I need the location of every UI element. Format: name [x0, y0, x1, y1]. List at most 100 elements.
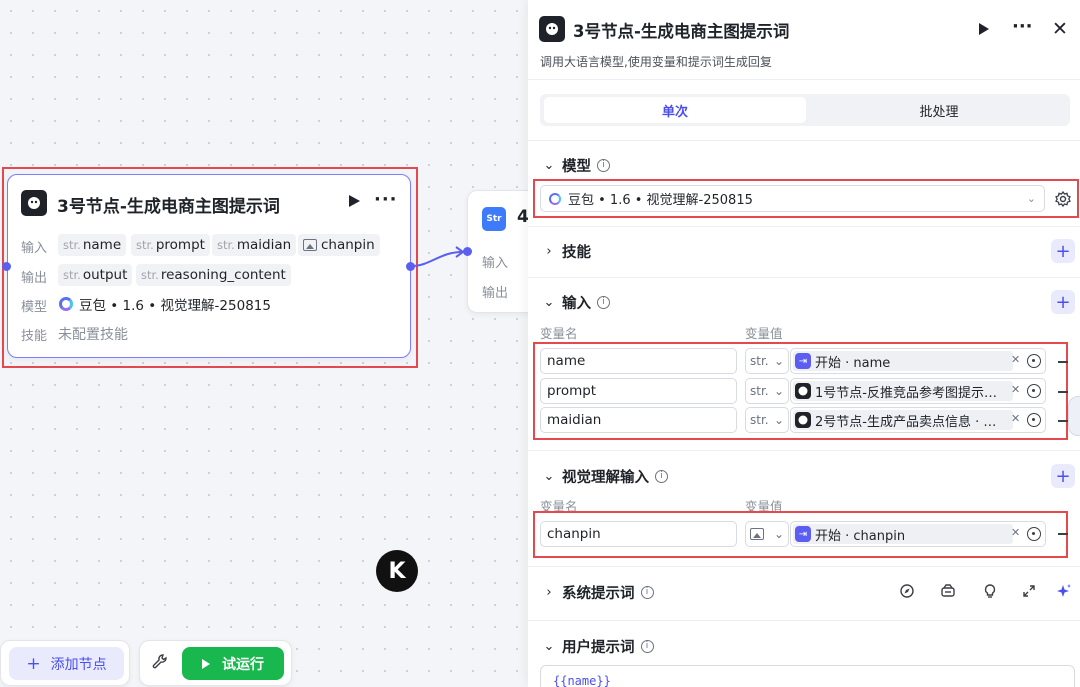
- panel-close-icon[interactable]: ✕: [1052, 18, 1068, 40]
- chevron-down-icon: ⌄: [543, 468, 555, 484]
- var-name-input[interactable]: prompt: [540, 378, 737, 404]
- panel-collapse-handle[interactable]: [1068, 396, 1080, 436]
- node3-input-port[interactable]: [2, 262, 11, 271]
- var-ref-field[interactable]: ⇥ 开始 · chanpin: [790, 521, 1046, 547]
- vision-section-header[interactable]: ⌄ 视觉理解输入 i: [528, 463, 668, 489]
- target-icon[interactable]: [1027, 384, 1041, 398]
- remove-row-icon[interactable]: [1058, 533, 1068, 535]
- node4-inputs-label: 输入: [482, 256, 509, 271]
- system-divider: [528, 620, 1080, 621]
- type-select[interactable]: ⌄: [745, 521, 789, 547]
- node4-outputs-label: 输出: [482, 286, 509, 301]
- info-icon[interactable]: i: [640, 585, 654, 599]
- image-icon: [750, 528, 764, 540]
- info-icon[interactable]: i: [655, 469, 668, 483]
- target-icon[interactable]: [1027, 413, 1041, 427]
- clear-icon[interactable]: ✕: [1011, 383, 1020, 396]
- compass-icon[interactable]: [898, 583, 916, 601]
- var-ref-field[interactable]: 1号节点-反推竞品参考图提示词 · prompt: [790, 378, 1046, 404]
- col-var-value: 变量值: [745, 326, 783, 341]
- var-name-input[interactable]: name: [540, 348, 737, 374]
- user-prompt-editor[interactable]: {{name}}: [540, 665, 1075, 687]
- clear-icon[interactable]: ✕: [1011, 526, 1020, 539]
- library-icon[interactable]: [939, 583, 957, 601]
- remove-row-icon[interactable]: [1058, 391, 1068, 393]
- panel-play-icon[interactable]: [979, 23, 989, 35]
- add-node-button[interactable]: + 添加节点: [9, 647, 124, 680]
- input-tag-chanpin: chanpin: [298, 234, 380, 256]
- run-play-icon: [202, 658, 210, 669]
- start-node-icon: ⇥: [795, 526, 811, 542]
- clear-icon[interactable]: ✕: [1011, 353, 1020, 366]
- model-divider: [528, 226, 1080, 227]
- system-prompt-header[interactable]: › 系统提示词 i: [528, 579, 654, 605]
- llm-node-3[interactable]: 3号节点-生成电商主图提示词 ··· 输入 str. name str. promp…: [7, 174, 411, 358]
- chevron-down-icon: ⌄: [543, 638, 555, 654]
- panel-more-icon[interactable]: ···: [1012, 16, 1033, 37]
- col-var-name: 变量名: [540, 326, 578, 341]
- info-icon[interactable]: i: [640, 639, 654, 653]
- chevron-down-icon: ⌄: [773, 527, 784, 541]
- add-skill-button[interactable]: +: [1051, 239, 1075, 263]
- skills-value: 未配置技能: [58, 327, 128, 343]
- var-ref-field[interactable]: ⇥ 开始 · name: [790, 348, 1046, 374]
- panel-title[interactable]: 3号节点-生成电商主图提示词: [573, 18, 789, 42]
- tab-single[interactable]: 单次: [544, 97, 806, 123]
- header-divider: [528, 79, 1080, 80]
- input-tag-prompt: str. prompt: [131, 234, 210, 256]
- doubao-icon: [549, 192, 561, 205]
- llm-node-icon: [21, 190, 47, 216]
- test-run-button[interactable]: 试运行: [182, 647, 284, 680]
- info-icon[interactable]: i: [597, 295, 610, 309]
- skills-section-header[interactable]: › 技能: [528, 238, 591, 264]
- plus-icon: +: [26, 653, 41, 674]
- chevron-down-icon: ⌄: [773, 354, 784, 368]
- llm-node-icon: [795, 383, 811, 399]
- var-name-input[interactable]: chanpin: [540, 521, 737, 547]
- remove-row-icon[interactable]: [1058, 361, 1068, 363]
- clear-icon[interactable]: ✕: [1011, 412, 1020, 425]
- type-select[interactable]: str. ⌄: [745, 407, 789, 433]
- tabs-divider: [528, 140, 1080, 141]
- add-vision-input-button[interactable]: +: [1051, 464, 1075, 488]
- node4-input-port[interactable]: [463, 247, 472, 256]
- chevron-right-icon: ›: [546, 243, 552, 259]
- expand-icon[interactable]: [1020, 583, 1038, 601]
- lightbulb-icon[interactable]: [981, 583, 999, 601]
- target-icon[interactable]: [1027, 354, 1041, 368]
- chevron-down-icon: ⌄: [543, 294, 555, 310]
- model-settings-gear-icon[interactable]: [1053, 189, 1073, 209]
- var-name-input[interactable]: maidian: [540, 407, 737, 433]
- start-node-icon: ⇥: [795, 353, 811, 369]
- model-section-header[interactable]: ⌄ 模型 i: [528, 152, 610, 178]
- node-title: 3号节点-生成电商主图提示词: [57, 197, 280, 217]
- info-icon[interactable]: i: [597, 158, 610, 172]
- chevron-down-icon: ⌄: [1026, 192, 1036, 205]
- target-icon[interactable]: [1027, 527, 1041, 541]
- panel-node-icon: [539, 16, 565, 42]
- input-section-header[interactable]: ⌄ 输入 i: [528, 289, 610, 315]
- panel-subtitle: 调用大语言模型,使用变量和提示词生成回复: [540, 55, 772, 69]
- play-icon[interactable]: [349, 195, 360, 207]
- tab-batch[interactable]: 批处理: [810, 97, 1068, 123]
- chevron-down-icon: ⌄: [773, 384, 784, 398]
- ai-sparkle-icon[interactable]: [1055, 583, 1073, 601]
- input-tag-name: str. name: [58, 234, 127, 256]
- skills-label: 技能: [21, 329, 48, 344]
- type-select[interactable]: str. ⌄: [745, 348, 789, 374]
- user-prompt-header[interactable]: ⌄ 用户提示词 i: [528, 633, 654, 659]
- type-select[interactable]: str. ⌄: [745, 378, 789, 404]
- more-icon[interactable]: ···: [374, 189, 398, 210]
- vision-divider: [528, 566, 1080, 567]
- model-select[interactable]: 豆包 • 1.6 • 视觉理解-250815 ⌄: [540, 185, 1045, 212]
- image-icon: [303, 239, 317, 251]
- edge-3-to-4[interactable]: [410, 240, 472, 270]
- chevron-right-icon: ›: [546, 584, 552, 600]
- wrench-icon[interactable]: [150, 652, 170, 672]
- remove-row-icon[interactable]: [1058, 420, 1068, 422]
- add-input-button[interactable]: +: [1051, 290, 1075, 314]
- var-ref-field[interactable]: 2号节点-生成产品卖点信息 · maidian: [790, 407, 1046, 433]
- output-tag-output: str. output: [58, 264, 133, 286]
- inputs-divider: [528, 450, 1080, 451]
- chevron-down-icon: ⌄: [543, 157, 555, 173]
